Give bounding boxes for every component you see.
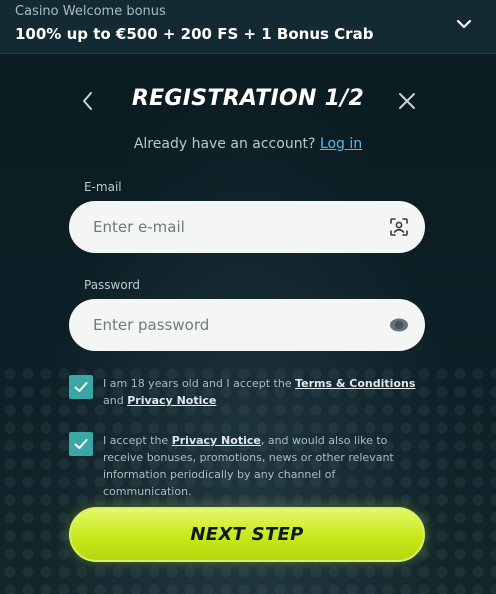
checkmark-icon — [74, 439, 88, 449]
consent-row-marketing: I accept the Privacy Notice, and would a… — [69, 432, 425, 498]
consent-text: and — [103, 394, 128, 407]
password-field-wrap[interactable] — [69, 299, 425, 351]
registration-header: REGISTRATION 1/2 — [0, 86, 496, 116]
eye-icon[interactable] — [389, 315, 409, 335]
bonus-banner[interactable]: Casino Welcome bonus 100% up to €500 + 2… — [0, 0, 496, 54]
next-step-button[interactable]: NEXT STEP — [69, 507, 425, 562]
password-field[interactable] — [93, 299, 363, 351]
consent-text: I am 18 years old and I accept the — [103, 377, 296, 390]
checkmark-icon — [74, 382, 88, 392]
email-label: E-mail — [84, 180, 122, 194]
login-prompt-row: Already have an account? Log in — [0, 136, 496, 152]
age-terms-checkbox[interactable] — [69, 375, 93, 399]
bonus-headline: 100% up to €500 + 200 FS + 1 Bonus Crab — [15, 25, 374, 43]
marketing-consent-checkbox[interactable] — [69, 432, 93, 456]
privacy-notice-link[interactable]: Privacy Notice — [172, 434, 261, 447]
privacy-notice-link[interactable]: Privacy Notice — [127, 394, 216, 407]
page-title: REGISTRATION 1/2 — [131, 86, 365, 111]
marketing-consent-text: I accept the Privacy Notice, and would a… — [103, 432, 425, 500]
login-link[interactable]: Log in — [320, 136, 362, 152]
terms-link[interactable]: Terms & Conditions — [295, 377, 415, 390]
login-prompt: Already have an account? — [133, 136, 316, 152]
age-terms-text: I am 18 years old and I accept the Terms… — [103, 375, 425, 409]
password-label: Password — [84, 278, 141, 292]
consent-text: I accept the — [103, 434, 172, 447]
close-icon[interactable] — [396, 90, 418, 112]
face-scan-icon[interactable] — [389, 217, 409, 237]
email-field-wrap[interactable] — [69, 201, 425, 253]
bonus-subtitle: Casino Welcome bonus — [15, 4, 166, 19]
consent-row-age: I am 18 years old and I accept the Terms… — [69, 375, 425, 409]
chevron-down-icon[interactable] — [454, 14, 474, 34]
next-step-label: NEXT STEP — [190, 524, 304, 545]
email-field[interactable] — [93, 201, 363, 253]
